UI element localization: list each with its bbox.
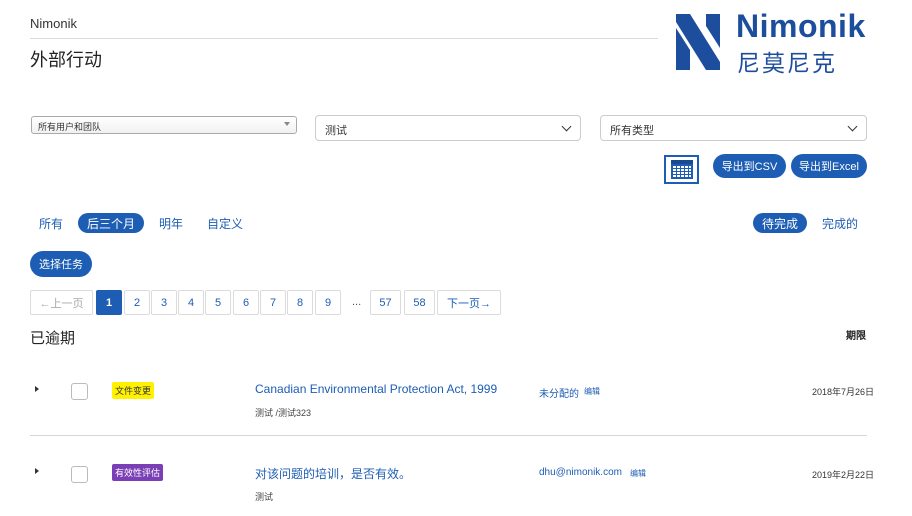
caret-down-icon — [284, 122, 290, 126]
pagination-ellipsis: ... — [352, 296, 362, 308]
export-csv-button[interactable]: 导出到CSV — [713, 154, 786, 178]
tab-next-three-months[interactable]: 后三个月 — [78, 213, 144, 233]
chevron-down-icon — [847, 121, 858, 132]
chevron-down-icon — [561, 121, 572, 132]
deadline-column-header: 期限 — [846, 331, 866, 342]
page-title: 外部行动 — [30, 50, 102, 70]
text-select-value: 测试 — [325, 125, 347, 137]
pagination-page[interactable]: 8 — [287, 290, 313, 315]
task-title-link[interactable]: Canadian Environmental Protection Act, 1… — [255, 382, 497, 396]
logo-wordmark: Nimonik — [736, 8, 866, 44]
tab-all[interactable]: 所有 — [34, 213, 68, 233]
logo-chinese: 尼莫尼克 — [737, 50, 837, 76]
expand-caret-icon[interactable] — [35, 468, 39, 474]
pagination-page[interactable]: 57 — [370, 290, 401, 315]
row-divider — [30, 435, 867, 436]
pagination-page[interactable]: 2 — [124, 290, 150, 315]
pagination-page[interactable]: 58 — [404, 290, 435, 315]
type-select-value: 所有类型 — [610, 125, 654, 137]
pagination-page[interactable]: 4 — [178, 290, 204, 315]
task-type-badge: 文件变更 — [112, 382, 155, 399]
tab-pending[interactable]: 待完成 — [753, 213, 807, 233]
pagination-page[interactable]: 5 — [205, 290, 231, 315]
pagination-page[interactable]: 9 — [315, 290, 341, 315]
pagination-page[interactable]: 7 — [260, 290, 286, 315]
edit-assignee-link[interactable]: 编辑 — [630, 468, 646, 479]
pagination-next[interactable]: 下一页→ — [437, 290, 501, 315]
export-excel-button[interactable]: 导出到Excel — [791, 154, 867, 178]
users-teams-select-value: 所有用户和团队 — [38, 122, 102, 132]
app-name: Nimonik — [30, 16, 77, 31]
tab-custom[interactable]: 自定义 — [203, 213, 247, 233]
pagination-page[interactable]: 1 — [96, 290, 122, 315]
expand-caret-icon[interactable] — [35, 386, 39, 392]
tab-completed[interactable]: 完成的 — [815, 213, 865, 233]
task-checkbox[interactable] — [71, 383, 88, 400]
task-title-link[interactable]: 对该问题的培训，是否有效。 — [255, 465, 411, 482]
task-subtitle: 测试 /测试323 — [255, 408, 312, 418]
nimonik-logo-icon — [676, 14, 720, 70]
pagination-page[interactable]: 6 — [233, 290, 259, 315]
pagination-page[interactable]: 3 — [151, 290, 177, 315]
task-due-date: 2018年7月26日 — [812, 387, 875, 397]
calendar-button[interactable] — [664, 155, 699, 184]
calendar-icon — [670, 160, 693, 179]
task-subtitle: 测试 — [255, 492, 274, 502]
task-due-date: 2019年2月22日 — [812, 470, 875, 480]
section-title-overdue: 已逾期 — [30, 330, 76, 347]
header-divider — [30, 38, 658, 39]
task-assignee: 未分配的 — [539, 389, 579, 400]
task-checkbox[interactable] — [71, 466, 88, 483]
edit-assignee-link[interactable]: 编辑 — [584, 386, 600, 397]
task-assignee: dhu@nimonik.com — [539, 467, 622, 478]
type-select[interactable]: 所有类型 — [600, 115, 867, 141]
users-teams-select[interactable]: 所有用户和团队 — [31, 116, 297, 134]
task-type-badge: 有效性评估 — [112, 464, 164, 481]
tab-next-year[interactable]: 明年 — [154, 213, 188, 233]
pagination-prev[interactable]: ←上一页 — [30, 290, 93, 315]
text-select[interactable]: 测试 — [315, 115, 581, 141]
select-tasks-button[interactable]: 选择任务 — [30, 251, 92, 277]
